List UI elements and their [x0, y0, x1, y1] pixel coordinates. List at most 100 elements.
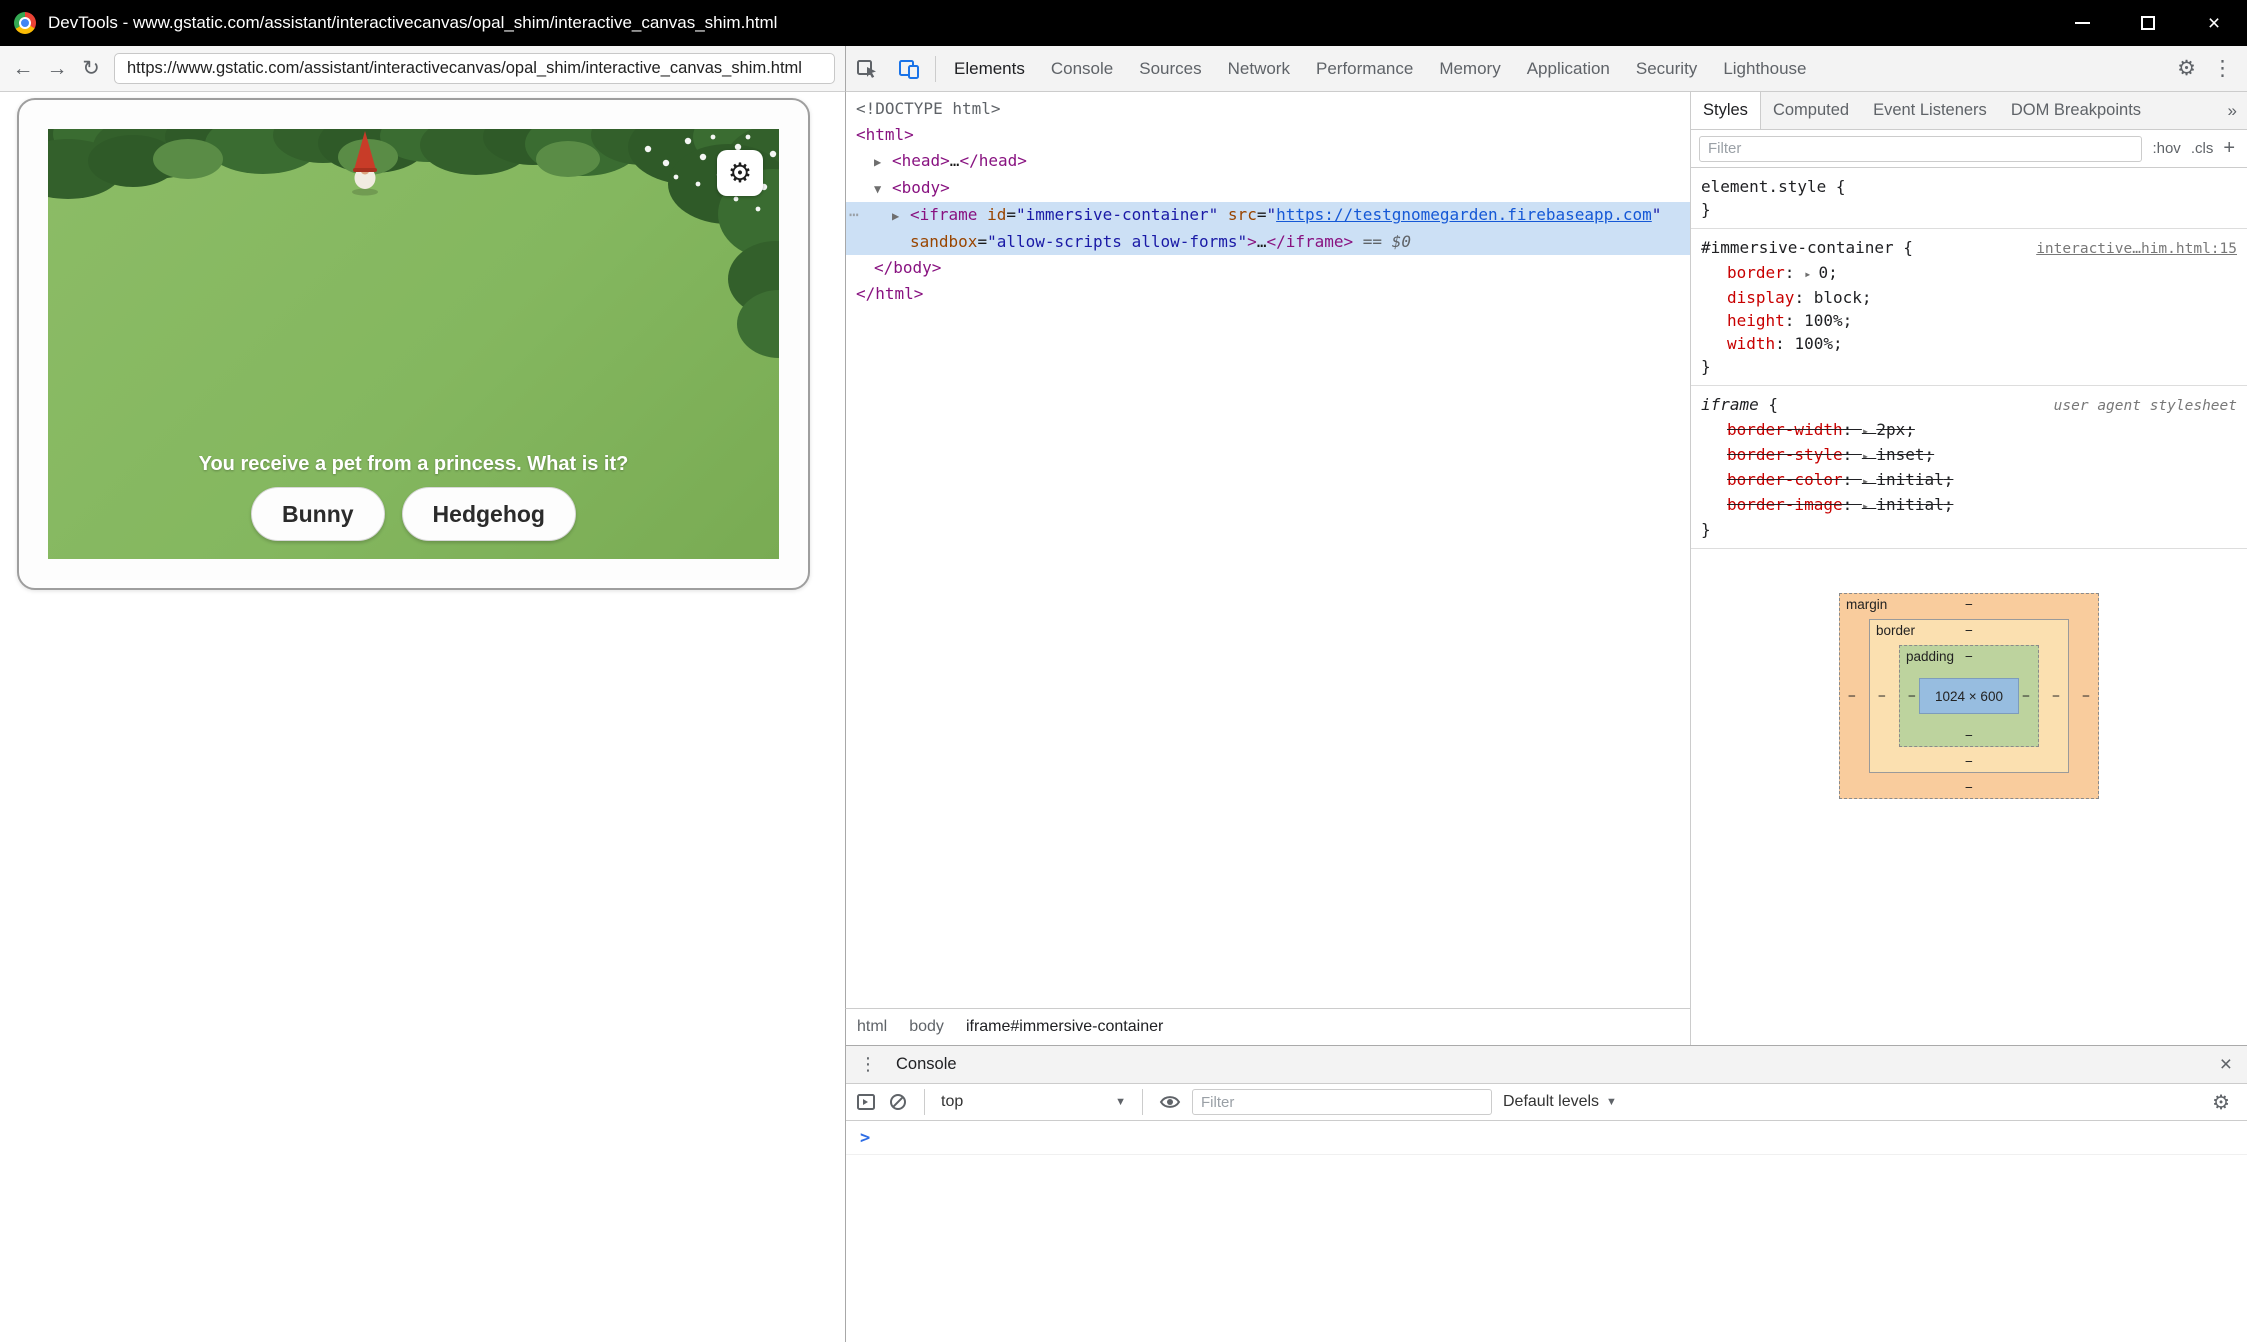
- clear-console-icon[interactable]: [888, 1092, 908, 1112]
- drawer-menu-icon[interactable]: ⋮: [846, 1054, 890, 1075]
- margin-bottom-value[interactable]: −: [1965, 780, 1973, 795]
- box-model-padding[interactable]: padding − − − − 1024 × 600: [1899, 645, 2039, 747]
- margin-right-value[interactable]: −: [2082, 689, 2090, 704]
- css-property[interactable]: border-width: ▸ 2px;: [1701, 418, 2237, 443]
- console-settings-gear-icon[interactable]: ⚙: [2212, 1090, 2238, 1115]
- shorthand-expander-icon[interactable]: ▸: [1862, 424, 1876, 438]
- source-url-link[interactable]: https://testgnomegarden.firebaseapp.com: [1276, 205, 1652, 224]
- answer-button-hedgehog[interactable]: Hedgehog: [402, 487, 576, 541]
- css-property[interactable]: border-color: ▸ initial;: [1701, 468, 2237, 493]
- toggle-class-button[interactable]: .cls: [2191, 140, 2214, 157]
- rule-selector[interactable]: iframe: [1701, 393, 1759, 416]
- maximize-button[interactable]: [2115, 0, 2181, 46]
- settings-gear-icon[interactable]: ⚙: [2177, 56, 2196, 81]
- drawer-close-icon[interactable]: ×: [2205, 1053, 2247, 1077]
- shorthand-expander-icon[interactable]: ▸: [1862, 449, 1876, 463]
- overflow-chevron-icon[interactable]: »: [2218, 101, 2247, 121]
- border-bottom-value[interactable]: −: [1965, 754, 1973, 769]
- tab-lighthouse[interactable]: Lighthouse: [1710, 46, 1819, 91]
- rule-selector[interactable]: element.style: [1701, 175, 1826, 198]
- margin-top-value[interactable]: −: [1965, 597, 1973, 612]
- rule-selector[interactable]: #immersive-container: [1701, 236, 1894, 259]
- tab-elements[interactable]: Elements: [941, 46, 1038, 91]
- refresh-button[interactable]: ↻: [74, 56, 108, 81]
- tab-network[interactable]: Network: [1215, 46, 1303, 91]
- css-property[interactable]: border-image: ▸ initial;: [1701, 493, 2237, 518]
- sidebar-tab-dom-breakpoints[interactable]: DOM Breakpoints: [1999, 92, 2153, 129]
- close-brace: }: [1701, 518, 2237, 541]
- execution-context-selector[interactable]: top ▼: [941, 1093, 1126, 1111]
- minimize-button[interactable]: [2049, 0, 2115, 46]
- styles-filter-input[interactable]: [1699, 136, 2142, 162]
- tree-expander-icon[interactable]: ▶: [892, 203, 910, 229]
- css-property[interactable]: border: ▸ 0;: [1701, 261, 2237, 286]
- sidebar-tab-event-listeners[interactable]: Event Listeners: [1861, 92, 1999, 129]
- tree-expander-icon[interactable]: ▶: [874, 149, 892, 175]
- breadcrumb-item-iframe-immersive-container[interactable]: iframe#immersive-container: [955, 1009, 1174, 1045]
- console-filter-input[interactable]: [1192, 1089, 1492, 1115]
- back-button[interactable]: ←: [6, 57, 40, 81]
- dom-tree-line[interactable]: <!DOCTYPE html>: [846, 96, 1690, 122]
- css-property[interactable]: border-style: ▸ inset;: [1701, 443, 2237, 468]
- console-prompt[interactable]: >: [846, 1121, 2247, 1155]
- tab-performance[interactable]: Performance: [1303, 46, 1426, 91]
- rule-source-link[interactable]: interactive…him.html:15: [2026, 238, 2237, 261]
- tab-security[interactable]: Security: [1623, 46, 1710, 91]
- sidebar-tab-computed[interactable]: Computed: [1761, 92, 1861, 129]
- device-toolbar-icon[interactable]: [897, 57, 921, 81]
- dom-tree-line[interactable]: ▶<head>…</head>: [846, 148, 1690, 175]
- padding-bottom-value[interactable]: −: [1965, 728, 1973, 743]
- margin-left-value[interactable]: −: [1848, 689, 1856, 704]
- live-expression-eye-icon[interactable]: [1159, 1091, 1181, 1113]
- forward-button[interactable]: →: [40, 57, 74, 81]
- dom-tree-line[interactable]: ▼<body>: [846, 175, 1690, 202]
- css-property[interactable]: height: 100%;: [1701, 309, 2237, 332]
- dom-tree-line[interactable]: </body>: [846, 255, 1690, 281]
- code-token: ": [1266, 205, 1276, 224]
- log-levels-dropdown[interactable]: Default levels ▼: [1503, 1093, 1617, 1111]
- new-style-rule-button[interactable]: +: [2223, 137, 2239, 160]
- css-property[interactable]: display: block;: [1701, 286, 2237, 309]
- property-value: 0: [1819, 263, 1829, 282]
- console-sidebar-toggle-icon[interactable]: [855, 1091, 877, 1113]
- shorthand-expander-icon[interactable]: ▸: [1862, 499, 1876, 513]
- code-token: …: [1257, 232, 1267, 251]
- border-right-value[interactable]: −: [2052, 689, 2060, 704]
- dom-tree-line[interactable]: <html>: [846, 122, 1690, 148]
- tree-expander-icon[interactable]: ▼: [874, 176, 892, 202]
- box-model-border[interactable]: border − − − − padding − − − − 1024 × 60…: [1869, 619, 2069, 773]
- shorthand-expander-icon[interactable]: ▸: [1862, 474, 1876, 488]
- dom-tree-line[interactable]: ⋯▶<iframe id="immersive-container" src="…: [846, 202, 1690, 229]
- more-dots-icon[interactable]: ⋯: [849, 202, 859, 228]
- box-model-content[interactable]: 1024 × 600: [1919, 678, 2019, 714]
- dom-tree-line[interactable]: </html>: [846, 281, 1690, 307]
- url-bar[interactable]: https://www.gstatic.com/assistant/intera…: [114, 53, 835, 84]
- answer-buttons: Bunny Hedgehog: [48, 487, 779, 541]
- padding-top-value[interactable]: −: [1965, 649, 1973, 664]
- breadcrumb-item-html[interactable]: html: [846, 1009, 898, 1045]
- tab-application[interactable]: Application: [1514, 46, 1623, 91]
- game-settings-button[interactable]: ⚙: [717, 150, 763, 196]
- inspect-element-icon[interactable]: [855, 57, 879, 81]
- padding-right-value[interactable]: −: [2022, 689, 2030, 704]
- tab-sources[interactable]: Sources: [1126, 46, 1214, 91]
- shorthand-expander-icon[interactable]: ▸: [1804, 267, 1818, 281]
- sidebar-tab-styles[interactable]: Styles: [1691, 92, 1761, 129]
- box-model-margin[interactable]: margin − − − − border − − − − padding − …: [1839, 593, 2099, 799]
- console-drawer: ⋮ Console × top ▼ Default levels ▼: [845, 1045, 2247, 1342]
- property-name: border-style: [1727, 445, 1843, 464]
- css-property[interactable]: width: 100%;: [1701, 332, 2237, 355]
- more-menu-icon[interactable]: ⋮: [2212, 56, 2233, 81]
- tab-console[interactable]: Console: [1038, 46, 1126, 91]
- padding-left-value[interactable]: −: [1908, 689, 1916, 704]
- answer-button-bunny[interactable]: Bunny: [251, 487, 385, 541]
- dom-tree-line[interactable]: sandbox="allow-scripts allow-forms">…</i…: [846, 229, 1690, 255]
- property-name: border: [1727, 263, 1785, 282]
- tab-memory[interactable]: Memory: [1426, 46, 1513, 91]
- drawer-tab-console[interactable]: Console: [890, 1055, 963, 1074]
- border-left-value[interactable]: −: [1878, 689, 1886, 704]
- toggle-hover-state-button[interactable]: :hov: [2152, 140, 2180, 157]
- close-button[interactable]: ×: [2181, 0, 2247, 46]
- breadcrumb-item-body[interactable]: body: [898, 1009, 955, 1045]
- border-top-value[interactable]: −: [1965, 623, 1973, 638]
